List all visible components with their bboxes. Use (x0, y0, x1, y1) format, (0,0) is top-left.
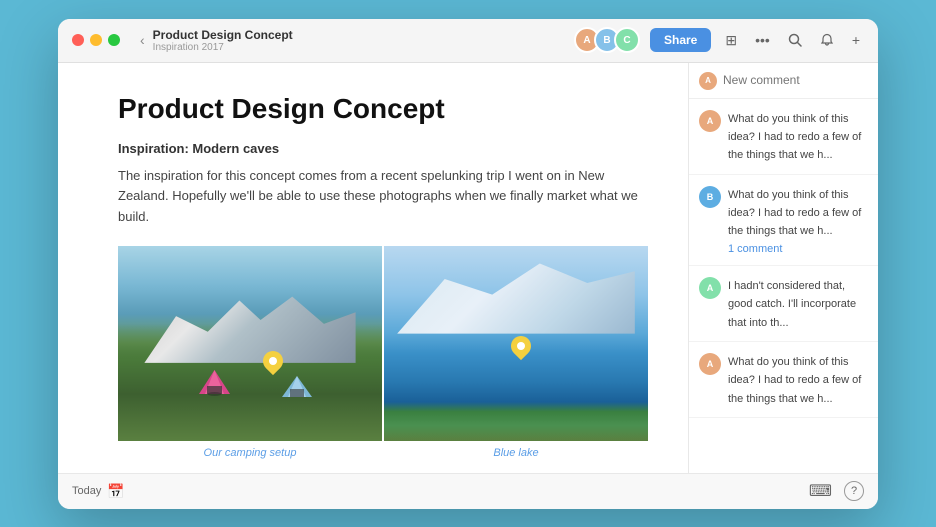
comment-text-1: What do you think of this idea? I had to… (728, 113, 861, 162)
image-captions: Our camping setup Blue lake (118, 447, 648, 459)
titlebar-info: Product Design Concept Inspiration 2017 (153, 28, 293, 53)
back-button[interactable]: ‹ (140, 32, 145, 48)
commenter-avatar-4: A (699, 353, 721, 375)
map-pin-1[interactable] (259, 347, 287, 375)
search-icon[interactable] (784, 29, 806, 51)
blue-lake-image (384, 246, 648, 441)
comment-item: A What do you think of this idea? I had … (689, 342, 878, 418)
bell-icon[interactable] (816, 29, 838, 51)
help-icon[interactable]: ? (844, 481, 864, 501)
comment-thread-link[interactable]: 1 comment (728, 243, 868, 255)
close-button[interactable] (72, 34, 84, 46)
map-pin-2[interactable] (507, 332, 535, 360)
app-window: ‹ Product Design Concept Inspiration 201… (58, 19, 878, 509)
tent-illustration-2 (282, 374, 312, 399)
minimize-button[interactable] (90, 34, 102, 46)
share-button[interactable]: Share (650, 28, 711, 52)
commenter-avatar-3: A (699, 277, 721, 299)
content-area: Product Design Concept Inspiration: Mode… (58, 63, 878, 473)
comment-item: B What do you think of this idea? I had … (689, 175, 878, 266)
comment-text-4: What do you think of this idea? I had to… (728, 356, 861, 405)
tent-illustration-1 (197, 368, 232, 396)
image-row (118, 246, 648, 441)
caption-1: Our camping setup (118, 447, 382, 459)
inspiration-subtitle: Inspiration: Modern caves (118, 141, 648, 156)
comment-content-1: What do you think of this idea? I had to… (728, 109, 868, 164)
mountain-image (118, 246, 382, 441)
traffic-lights (72, 34, 120, 46)
today-badge: Today 📅 (72, 483, 125, 500)
comments-list: A What do you think of this idea? I had … (689, 99, 878, 473)
add-icon[interactable]: + (848, 28, 864, 52)
collaborator-avatars: A B C (574, 27, 640, 53)
grid-icon[interactable]: ⊞ (721, 28, 741, 53)
titlebar-nav: ‹ Product Design Concept Inspiration 201… (140, 28, 293, 53)
titlebar: ‹ Product Design Concept Inspiration 201… (58, 19, 878, 63)
bottom-bar: Today 📅 ⌨ ? (58, 473, 878, 509)
page-title: Product Design Concept (118, 93, 648, 125)
new-comment-input[interactable] (723, 73, 878, 87)
caption-2: Blue lake (384, 447, 648, 459)
maximize-button[interactable] (108, 34, 120, 46)
comment-item: A I hadn't considered that, good catch. … (689, 266, 878, 342)
body-text: The inspiration for this concept comes f… (118, 166, 648, 228)
bottom-right-icons: ⌨ ? (809, 481, 864, 501)
calendar-icon: 📅 (107, 483, 124, 500)
current-user-avatar: A (699, 72, 717, 90)
commenter-avatar-2: B (699, 186, 721, 208)
comment-text-2: What do you think of this idea? I had to… (728, 189, 861, 238)
comments-sidebar: A ☺ A What do you think of this idea? I … (688, 63, 878, 473)
comment-input-area: A ☺ (689, 63, 878, 99)
comment-content-4: What do you think of this idea? I had to… (728, 352, 868, 407)
document-title: Product Design Concept (153, 28, 293, 42)
document-subtitle: Inspiration 2017 (153, 42, 293, 53)
avatar-3: C (614, 27, 640, 53)
keyboard-icon[interactable]: ⌨ (809, 481, 832, 501)
comment-content-2: What do you think of this idea? I had to… (728, 185, 868, 255)
titlebar-right: A B C Share ⊞ ••• + (574, 27, 864, 53)
today-label: Today (72, 485, 101, 497)
comment-text-3: I hadn't considered that, good catch. I'… (728, 280, 856, 329)
comment-content-3: I hadn't considered that, good catch. I'… (728, 276, 868, 331)
main-document: Product Design Concept Inspiration: Mode… (58, 63, 688, 473)
comment-item: A What do you think of this idea? I had … (689, 99, 878, 175)
more-options-icon[interactable]: ••• (751, 28, 774, 52)
commenter-avatar-1: A (699, 110, 721, 132)
